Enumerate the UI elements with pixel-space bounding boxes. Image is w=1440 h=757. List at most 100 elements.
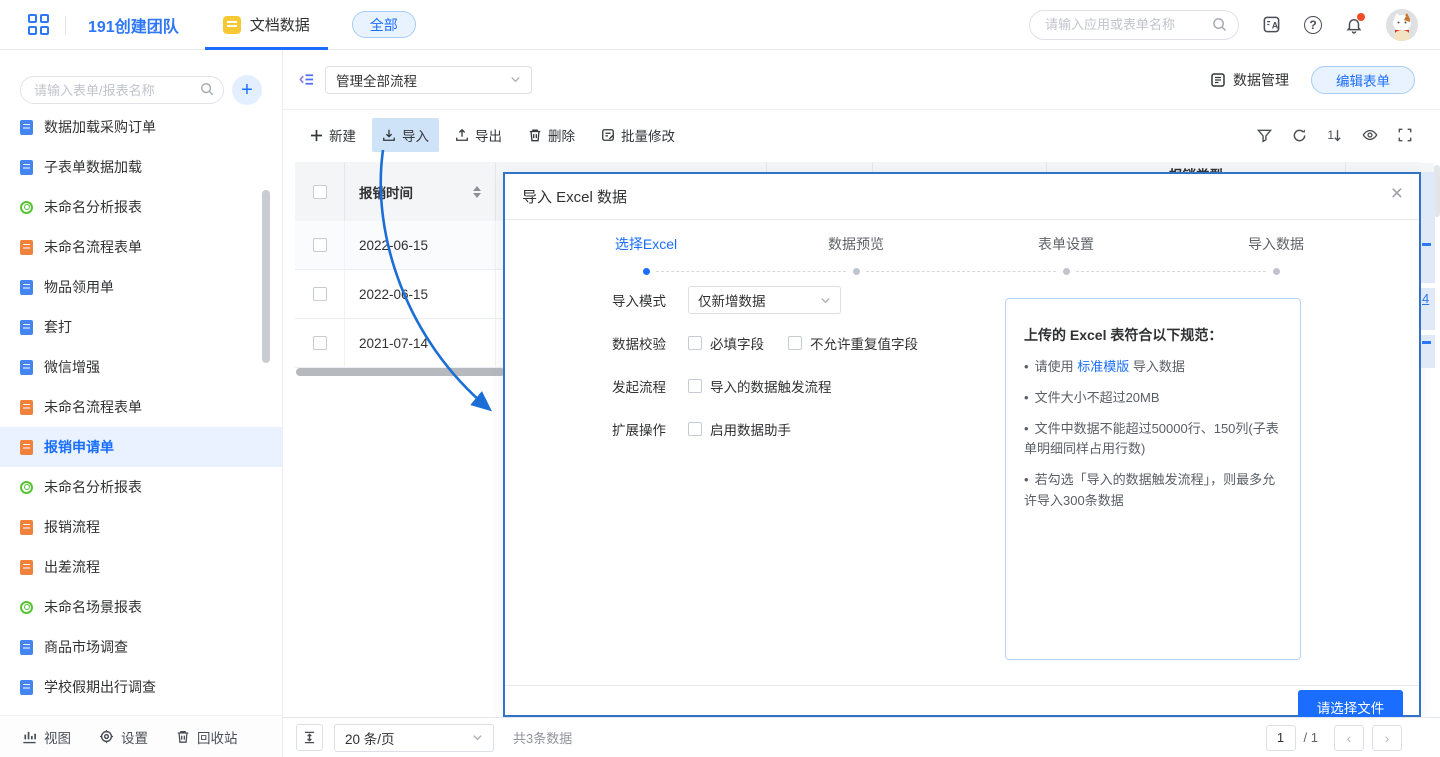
sidebar-item-label: 学校假期出行调查 (44, 677, 156, 697)
form-icon (20, 520, 33, 535)
standard-template-link[interactable]: 标准模版 (1077, 359, 1129, 374)
form-icon (20, 360, 33, 375)
flow-scope-select[interactable]: 管理全部流程 (325, 66, 532, 94)
chart-icon (22, 729, 37, 744)
topbar: 191创建团队 文档数据 全部 A ? (0, 0, 1440, 50)
form-icon (20, 640, 33, 655)
import-mode-select[interactable]: 仅新增数据 (688, 286, 841, 314)
chevron-down-icon (510, 74, 521, 85)
filter-icon[interactable] (1257, 128, 1272, 143)
sidebar-form-item[interactable]: 未命名分析报表 (0, 187, 282, 227)
sidebar-form-item[interactable]: 未命名分析报表 (0, 467, 282, 507)
page-total-label: / 1 (1304, 730, 1318, 745)
sidebar-form-item[interactable]: 未命名流程表单 (0, 387, 282, 427)
sidebar-form-item[interactable]: 子表单数据加载 (0, 147, 282, 187)
ext-label: 扩展操作 (612, 419, 688, 439)
step-dot-icon (1273, 268, 1280, 275)
app-icon (223, 16, 241, 34)
page-number-input[interactable]: 1 (1266, 725, 1296, 751)
sidebar-form-item[interactable]: 未命名流程表单 (0, 227, 282, 267)
collapse-sidebar-icon[interactable] (298, 71, 315, 88)
trigger-flow-checkbox[interactable]: 导入的数据触发流程 (688, 376, 832, 396)
row-checkbox[interactable] (313, 287, 327, 301)
global-search[interactable] (1029, 10, 1239, 40)
sidebar-form-item[interactable]: 报销流程 (0, 507, 282, 547)
edit-form-button[interactable]: 编辑表单 (1311, 66, 1415, 94)
next-page-button[interactable]: › (1372, 725, 1402, 751)
notification-bell-icon[interactable] (1345, 16, 1363, 34)
sidebar-item-label: 套打 (44, 317, 72, 337)
sidebar-form-item[interactable]: 物品领用单 (0, 267, 282, 307)
views-button[interactable]: 视图 (22, 727, 71, 747)
sidebar-form-item[interactable]: 报销申请单 (0, 427, 282, 467)
table-right-strip: 4 (1421, 163, 1440, 368)
form-search[interactable] (20, 76, 224, 104)
sort-carets-icon[interactable] (473, 186, 481, 198)
modal-footer-divider (505, 685, 1419, 686)
team-name[interactable]: 191创建团队 (88, 13, 179, 37)
sidebar-item-label: 未命名流程表单 (44, 237, 142, 257)
page-size-select[interactable]: 20 条/页 (334, 724, 494, 752)
data-manage-button[interactable]: 数据管理 (1210, 70, 1289, 90)
add-form-button[interactable]: + (232, 75, 262, 105)
global-search-input[interactable] (1029, 10, 1239, 40)
import-form: 导入模式 仅新增数据 数据校验 必填字段 不允许重复值字段 发起流程 导入的数据… (612, 286, 942, 458)
sidebar-form-item[interactable]: 数据加载采购订单 (0, 107, 282, 147)
import-button[interactable]: 导入 (372, 118, 439, 152)
tab-document-data[interactable]: 文档数据 (205, 0, 328, 50)
help-icon[interactable]: ? (1304, 16, 1322, 34)
batch-edit-button[interactable]: 批量修改 (601, 125, 675, 145)
sidebar-form-item[interactable]: 商品市场调查 (0, 627, 282, 667)
column-header-time[interactable]: 报销时间 (345, 162, 496, 221)
spec-line: •文件大小不超过20MB (1024, 388, 1282, 409)
sidebar-form-item[interactable] (0, 707, 282, 715)
row-checkbox[interactable] (313, 238, 327, 252)
sort-icon[interactable]: 1 (1327, 128, 1342, 142)
edit-doc-icon (601, 128, 615, 142)
row-height-button[interactable] (296, 724, 323, 751)
form-icon (20, 601, 33, 614)
export-button[interactable]: 导出 (455, 125, 502, 145)
clipped-cell-text[interactable]: 4 (1422, 291, 1429, 306)
delete-button[interactable]: 删除 (528, 125, 575, 145)
recycle-bin-button[interactable]: 回收站 (176, 727, 238, 747)
trash-icon (528, 128, 542, 142)
form-search-input[interactable] (20, 76, 224, 104)
visibility-icon[interactable] (1362, 127, 1378, 143)
sidebar-item-label: 未命名流程表单 (44, 397, 142, 417)
svg-text:A: A (1272, 20, 1279, 30)
app-window: 191创建团队 文档数据 全部 A ? (0, 0, 1440, 757)
translate-icon[interactable]: A (1262, 15, 1281, 34)
sidebar-form-item[interactable]: 出差流程 (0, 547, 282, 587)
form-list: 数据加载采购订单 子表单数据加载 未命名分析报表 未命名流程表单 (0, 107, 282, 715)
plus-icon (310, 129, 323, 142)
sidebar-form-item[interactable]: 未命名场景报表 (0, 587, 282, 627)
new-record-button[interactable]: 新建 (310, 125, 356, 145)
app-grid-icon[interactable] (28, 14, 49, 35)
form-icon (20, 160, 33, 175)
refresh-icon[interactable] (1292, 128, 1307, 143)
data-assistant-checkbox[interactable]: 启用数据助手 (688, 419, 791, 439)
user-avatar[interactable] (1386, 9, 1418, 41)
data-toolbar: 新建 导入 导出 删除 批量修改 1 (283, 111, 1440, 159)
filter-all-pill[interactable]: 全部 (352, 11, 416, 38)
sidebar-form-item[interactable]: 套打 (0, 307, 282, 347)
row-checkbox[interactable] (313, 336, 327, 350)
fullscreen-icon[interactable] (1398, 128, 1412, 142)
step: 导入数据 (1171, 234, 1381, 275)
no-duplicate-checkbox[interactable]: 不允许重复值字段 (788, 333, 918, 353)
search-icon (200, 82, 214, 96)
horizontal-scrollbar[interactable] (296, 368, 505, 376)
sidebar-form-item[interactable]: 微信增强 (0, 347, 282, 387)
form-icon (20, 560, 33, 575)
sidebar-form-item[interactable]: 学校假期出行调查 (0, 667, 282, 707)
form-subheader: 管理全部流程 数据管理 编辑表单 (283, 50, 1440, 110)
spec-line-template: •请使用 标准模版 导入数据 (1024, 357, 1282, 378)
sidebar-scrollbar[interactable] (262, 190, 270, 363)
select-all-checkbox[interactable] (313, 185, 327, 199)
required-fields-checkbox[interactable]: 必填字段 (688, 333, 764, 353)
prev-page-button[interactable]: ‹ (1334, 725, 1364, 751)
settings-button[interactable]: 设置 (99, 727, 148, 747)
close-icon[interactable]: × (1391, 183, 1403, 204)
notification-dot (1357, 13, 1365, 21)
